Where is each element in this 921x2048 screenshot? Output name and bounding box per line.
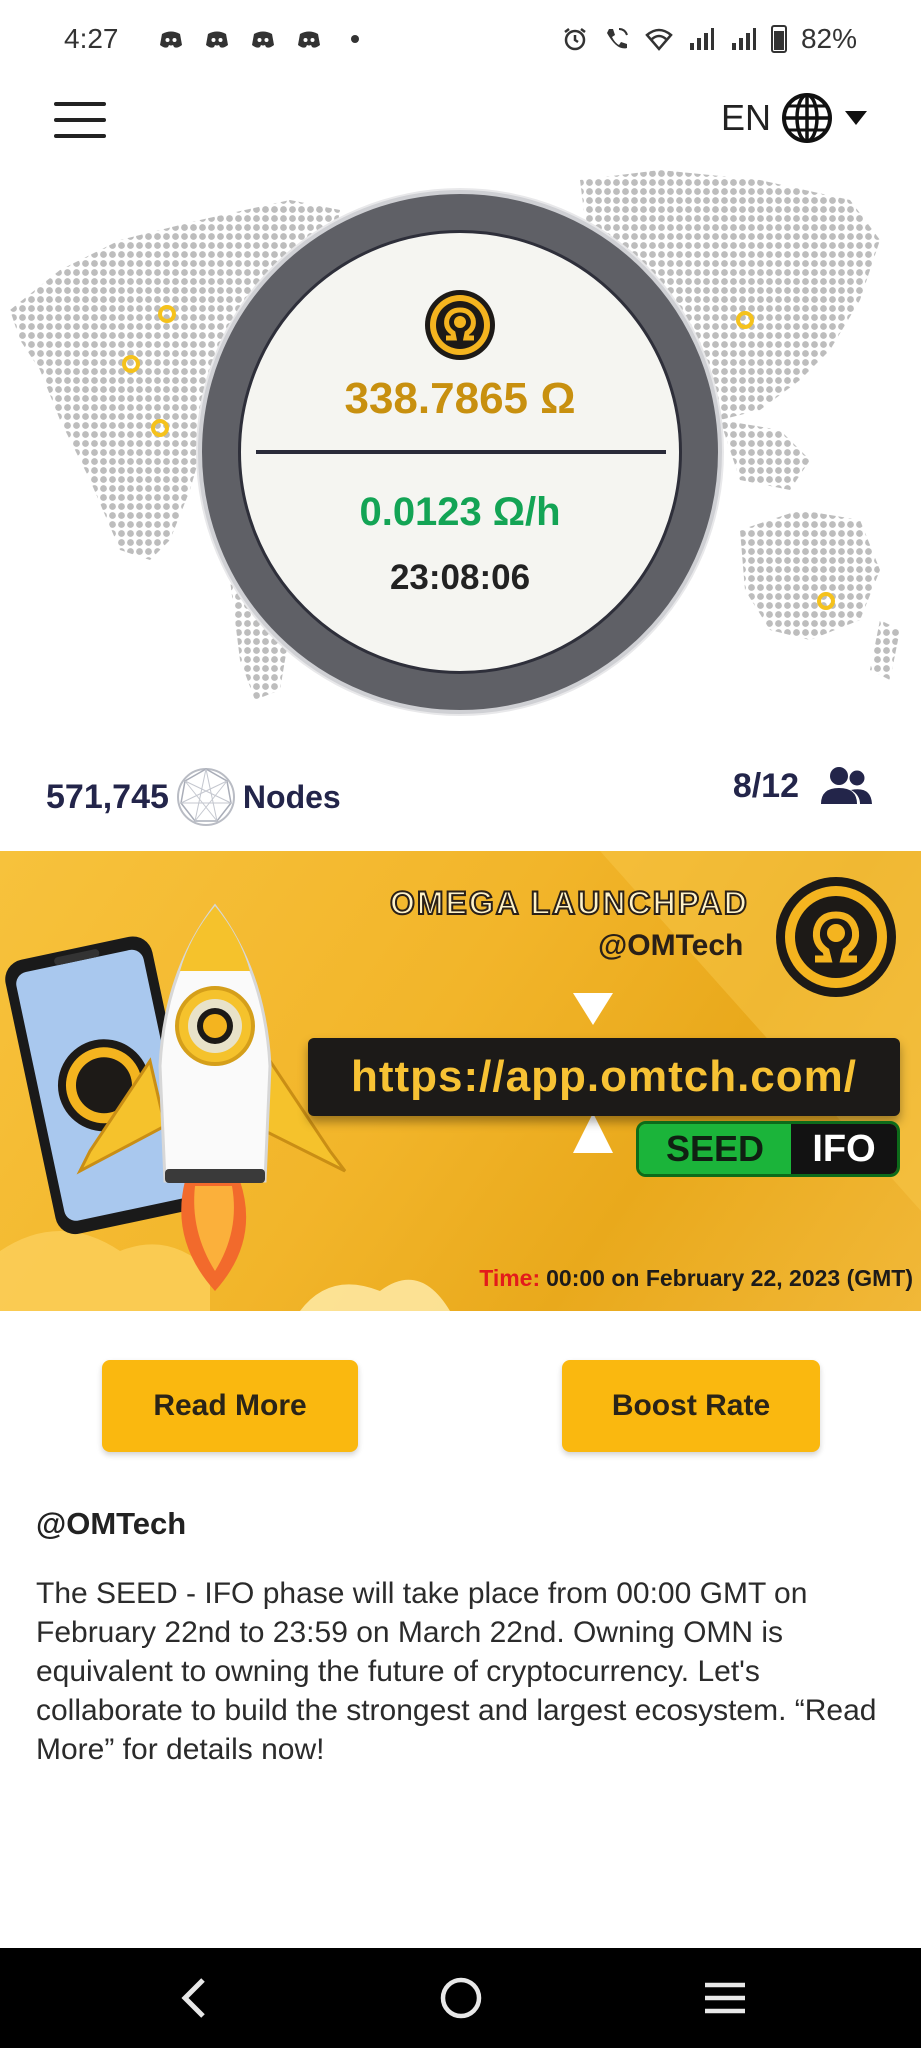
post-body: The SEED - IFO phase will take place fro… bbox=[36, 1577, 877, 1766]
banner-handle: @OMTech bbox=[598, 929, 744, 962]
dot-icon bbox=[350, 35, 359, 43]
omega-coin-icon bbox=[425, 290, 495, 360]
menu-line bbox=[54, 118, 106, 122]
home-button[interactable] bbox=[431, 1970, 491, 2026]
ifo-label: IFO bbox=[791, 1124, 897, 1174]
battery-icon bbox=[770, 25, 787, 53]
recents-icon bbox=[705, 1982, 745, 2014]
alarm-icon bbox=[564, 28, 586, 51]
nodes-stat: 571,745 Nodes bbox=[46, 766, 341, 828]
nodes-count: 571,745 bbox=[46, 777, 169, 816]
status-bar: 4:27 82% bbox=[0, 0, 921, 78]
signal-icon bbox=[731, 28, 756, 50]
wifi-icon bbox=[645, 28, 673, 51]
banner-url: https://app.omtch.com/ bbox=[351, 1052, 857, 1101]
wifi-calling-icon bbox=[606, 28, 628, 49]
network-sphere-icon bbox=[176, 768, 235, 826]
team-stat[interactable]: 8/12 bbox=[733, 766, 873, 806]
hamburger-menu-button[interactable] bbox=[54, 98, 106, 142]
status-time: 4:27 bbox=[64, 23, 119, 54]
banner-title: OMEGA LAUNCHPAD bbox=[389, 884, 749, 922]
discord-icon bbox=[205, 31, 228, 48]
mining-widget: 338.7865 Ω 0.0123 Ω/h 23:08:06 bbox=[0, 160, 921, 720]
boost-rate-button[interactable]: Boost Rate bbox=[562, 1360, 820, 1452]
dial-divider bbox=[256, 450, 666, 454]
language-selector[interactable]: EN bbox=[721, 92, 869, 144]
recents-button[interactable] bbox=[695, 1970, 755, 2026]
seed-ifo-badge: SEED IFO bbox=[636, 1121, 900, 1177]
app-header: EN bbox=[0, 78, 921, 162]
discord-icon bbox=[251, 31, 274, 48]
read-more-button[interactable]: Read More bbox=[102, 1360, 358, 1452]
globe-icon bbox=[782, 93, 832, 143]
signal-icon bbox=[689, 28, 714, 50]
system-icons: 82% bbox=[561, 23, 857, 55]
banner-time-value: 00:00 on February 22, 2023 (GMT) bbox=[546, 1265, 913, 1291]
menu-line bbox=[54, 134, 106, 138]
chevron-down-icon bbox=[845, 111, 867, 125]
seed-label: SEED bbox=[639, 1124, 791, 1174]
discord-icon bbox=[297, 31, 320, 48]
nodes-label: Nodes bbox=[242, 778, 341, 815]
mining-rate: 0.0123 Ω/h bbox=[359, 490, 561, 534]
back-button[interactable] bbox=[164, 1970, 224, 2026]
launchpad-banner[interactable]: OMEGA LAUNCHPAD @OMTech https://app.omtc… bbox=[0, 851, 921, 1311]
post-author: @OMTech bbox=[36, 1506, 187, 1541]
team-count: 8/12 bbox=[732, 766, 799, 805]
banner-time-label: Time: bbox=[479, 1265, 541, 1291]
team-icon bbox=[821, 767, 872, 804]
banner-url-box: https://app.omtch.com/ bbox=[308, 1038, 900, 1116]
back-icon bbox=[181, 1978, 205, 2018]
menu-line bbox=[54, 102, 106, 106]
system-navigation-bar bbox=[0, 1948, 921, 2048]
balance-amount: 338.7865 Ω bbox=[344, 374, 576, 423]
home-icon bbox=[440, 1977, 482, 2019]
network-stats: 571,745 Nodes 8/12 bbox=[0, 760, 921, 830]
banner-time: Time: 00:00 on February 22, 2023 (GMT) bbox=[479, 1265, 913, 1292]
notification-icons bbox=[157, 25, 369, 53]
battery-level: 82% bbox=[800, 23, 857, 54]
discord-icon bbox=[159, 31, 182, 48]
session-countdown: 23:08:06 bbox=[389, 558, 531, 597]
language-code: EN bbox=[720, 97, 771, 138]
